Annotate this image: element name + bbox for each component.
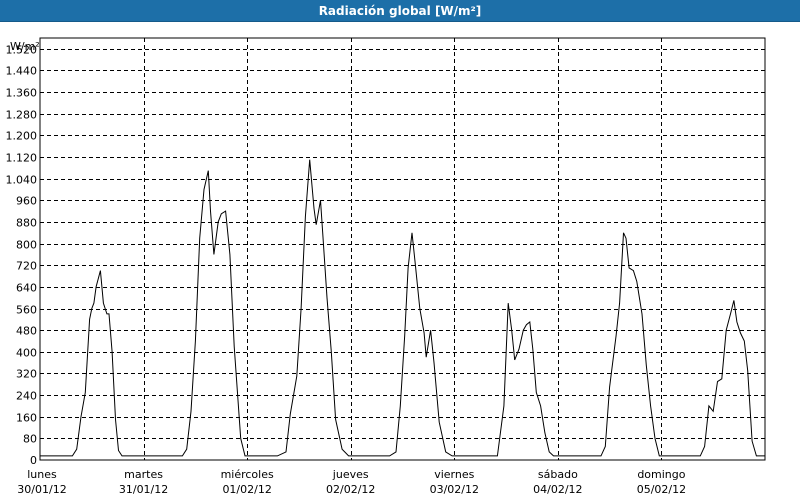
- y-axis-unit-label: W/m²: [10, 40, 40, 53]
- y-tick-label: 1.120: [6, 152, 38, 165]
- plot-frame: [39, 37, 766, 461]
- y-tick-label: 560: [16, 304, 37, 317]
- radiation-line-chart: 80 160 240 320 400 480 560 640 720 800 880 960 1.040…: [6, 37, 766, 496]
- y-tick-label: 960: [16, 195, 37, 208]
- y-tick-label: 400: [16, 347, 37, 360]
- x-tick-day-date: 30/01/12: [17, 483, 66, 496]
- y-tick-label: 640: [16, 282, 37, 295]
- chart-title: Radiación global [W/m²]: [0, 0, 800, 22]
- y-tick-label: 1.040: [6, 174, 38, 187]
- x-tick-day-date: 03/02/12: [430, 483, 479, 496]
- x-tick-day-date: 31/01/12: [119, 483, 168, 496]
- x-tick-day-date: 02/02/12: [326, 483, 375, 496]
- axes: [39, 37, 766, 461]
- y-tick-label: 80: [23, 433, 37, 446]
- series-line: [40, 159, 765, 457]
- y-tick-label: 800: [16, 239, 37, 252]
- x-tick-day-date: 04/02/12: [533, 483, 582, 496]
- x-tick-day-name: miércoles: [221, 468, 274, 481]
- y-tick-label: 1.360: [6, 87, 38, 100]
- y-tick-label: 320: [16, 368, 37, 381]
- x-tick-day-name: sábado: [538, 468, 578, 481]
- y-tick-label: 1.440: [6, 65, 38, 78]
- x-tick-day-name: martes: [124, 468, 163, 481]
- y-tick-label: 240: [16, 390, 37, 403]
- x-tick-day-name: lunes: [27, 468, 57, 481]
- x-tick-day-name: viernes: [434, 468, 474, 481]
- x-tick-day-name: jueves: [332, 468, 369, 481]
- chart-area: 80 160 240 320 400 480 560 640 720 800 880 960 1.040…: [0, 22, 800, 500]
- y-tick-label: 480: [16, 325, 37, 338]
- y-tick-label: 880: [16, 217, 37, 230]
- x-tick-day-date: 01/02/12: [222, 483, 271, 496]
- y-tick-label: 1.200: [6, 130, 38, 143]
- x-tick-day-date: 05/02/12: [637, 483, 686, 496]
- y-tick-label: 0: [30, 454, 37, 467]
- y-tick-label: 720: [16, 260, 37, 273]
- tick-labels: 80 160 240 320 400 480 560 640 720 800 880 960 1.040…: [6, 40, 687, 496]
- x-tick-day-name: domingo: [637, 468, 685, 481]
- grid-lines: [40, 38, 765, 460]
- y-tick-label: 1.280: [6, 109, 38, 122]
- series-layer: [40, 159, 765, 457]
- y-tick-label: 160: [16, 412, 37, 425]
